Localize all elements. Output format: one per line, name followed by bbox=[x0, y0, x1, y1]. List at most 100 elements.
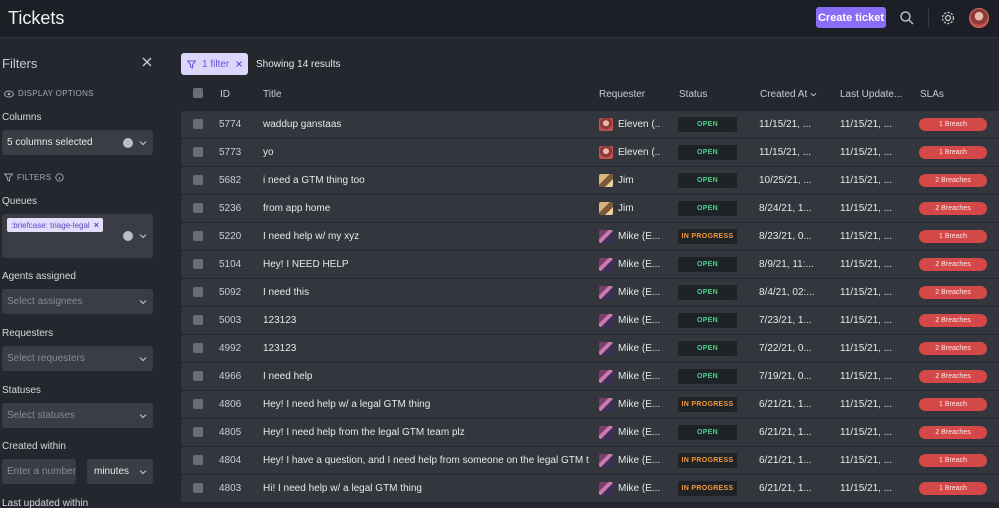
ticket-requester[interactable]: Mike (E... bbox=[618, 315, 660, 326]
table-row[interactable]: 4806 Hey! I need help w/ a legal GTM thin… bbox=[181, 391, 999, 418]
ticket-id[interactable]: 4966 bbox=[219, 371, 255, 382]
select-all-checkbox[interactable] bbox=[193, 88, 203, 98]
ticket-title[interactable]: I need help w/ my xyz bbox=[263, 231, 589, 242]
created-within-unit: minutes bbox=[94, 466, 130, 477]
ticket-title[interactable]: 123123 bbox=[263, 343, 589, 354]
remove-tag-icon[interactable]: × bbox=[94, 220, 99, 230]
chevron-down-icon bbox=[139, 356, 147, 361]
filter-count-button[interactable]: 1 filter bbox=[181, 53, 248, 75]
info-icon[interactable] bbox=[55, 173, 65, 182]
close-icon[interactable] bbox=[235, 60, 243, 68]
ticket-id[interactable]: 4805 bbox=[219, 427, 255, 438]
statuses-select[interactable]: Select statuses bbox=[2, 403, 153, 428]
column-header-created[interactable]: Created At bbox=[760, 89, 817, 100]
ticket-requester[interactable]: Mike (E... bbox=[618, 259, 660, 270]
column-header-title[interactable]: Title bbox=[263, 89, 282, 100]
row-checkbox[interactable] bbox=[193, 175, 203, 185]
table-row[interactable]: 5774 waddup ganstaas Eleven (... OPEN 11/15/… bbox=[181, 111, 999, 138]
ticket-title[interactable]: i need a GTM thing too bbox=[263, 175, 589, 186]
ticket-title[interactable]: from app home bbox=[263, 203, 589, 214]
row-checkbox[interactable] bbox=[193, 483, 203, 493]
ticket-title[interactable]: yo bbox=[263, 147, 589, 158]
ticket-id[interactable]: 4806 bbox=[219, 399, 255, 410]
ticket-id[interactable]: 5220 bbox=[219, 231, 255, 242]
column-header-requester[interactable]: Requester bbox=[599, 89, 645, 100]
created-within-input[interactable]: Enter a number bbox=[2, 459, 76, 484]
ticket-title[interactable]: Hey! I need help w/ a legal GTM thing bbox=[263, 399, 589, 410]
table-row[interactable]: 5220 I need help w/ my xyz Mike (E... IN PR… bbox=[181, 223, 999, 250]
user-avatar[interactable] bbox=[969, 8, 989, 28]
search-icon[interactable] bbox=[899, 10, 915, 26]
row-checkbox[interactable] bbox=[193, 259, 203, 269]
ticket-requester[interactable]: Mike (E... bbox=[618, 427, 660, 438]
queues-select[interactable]: :briefcase: triage-legal × bbox=[2, 214, 153, 258]
requesters-select[interactable]: Select requesters bbox=[2, 346, 153, 371]
table-row[interactable]: 4803 Hi! I need help w/ a legal GTM thing… bbox=[181, 475, 999, 502]
table-row[interactable]: 5773 yo Eleven (... OPEN 11/15/21, ... 11/15/… bbox=[181, 139, 999, 166]
ticket-id[interactable]: 5773 bbox=[219, 147, 255, 158]
close-icon[interactable] bbox=[141, 56, 153, 68]
table-row[interactable]: 5236 from app home Jim OPEN 8/24/21, 1... 11/… bbox=[181, 195, 999, 222]
ticket-title[interactable]: Hey! I NEED HELP bbox=[263, 259, 589, 270]
ticket-requester[interactable]: Mike (E... bbox=[618, 483, 660, 494]
table-row[interactable]: 4966 I need help Mike (E... OPEN 7/19/21, 0.… bbox=[181, 363, 999, 390]
ticket-id[interactable]: 5003 bbox=[219, 315, 255, 326]
column-header-last-updated[interactable]: Last Update... bbox=[840, 89, 902, 100]
ticket-requester[interactable]: Mike (E... bbox=[618, 287, 660, 298]
ticket-requester[interactable]: Mike (E... bbox=[618, 399, 660, 410]
ticket-id[interactable]: 5682 bbox=[219, 175, 255, 186]
table-row[interactable]: 4805 Hey! I need help from the legal GTM … bbox=[181, 419, 999, 446]
created-within-unit-select[interactable]: minutes bbox=[87, 459, 153, 484]
table-row[interactable]: 4992 123123 Mike (E... OPEN 7/22/21, 0... 11/… bbox=[181, 335, 999, 362]
row-checkbox[interactable] bbox=[193, 399, 203, 409]
column-header-status[interactable]: Status bbox=[679, 89, 707, 100]
gear-icon[interactable] bbox=[940, 10, 956, 26]
ticket-title[interactable]: 123123 bbox=[263, 315, 589, 326]
ticket-title[interactable]: Hey! I have a question, and I need help … bbox=[263, 455, 589, 466]
ticket-id[interactable]: 5104 bbox=[219, 259, 255, 270]
table-row[interactable]: 5104 Hey! I NEED HELP Mike (E... OPEN 8/9/21… bbox=[181, 251, 999, 278]
ticket-id[interactable]: 5092 bbox=[219, 287, 255, 298]
ticket-requester[interactable]: Eleven (... bbox=[618, 119, 660, 130]
ticket-id[interactable]: 5236 bbox=[219, 203, 255, 214]
ticket-requester[interactable]: Jim bbox=[618, 203, 660, 214]
create-ticket-button[interactable]: Create ticket bbox=[816, 7, 886, 28]
table-row[interactable]: 5092 I need this Mike (E... OPEN 8/4/21, 02:… bbox=[181, 279, 999, 306]
ticket-title[interactable]: I need this bbox=[263, 287, 589, 298]
status-badge: IN PROGRESS bbox=[678, 397, 737, 412]
row-checkbox[interactable] bbox=[193, 315, 203, 325]
agents-select[interactable]: Select assignees bbox=[2, 289, 153, 314]
row-checkbox[interactable] bbox=[193, 455, 203, 465]
ticket-title[interactable]: waddup ganstaas bbox=[263, 119, 589, 130]
table-row[interactable]: 4804 Hey! I have a question, and I need h… bbox=[181, 447, 999, 474]
row-checkbox[interactable] bbox=[193, 203, 203, 213]
row-checkbox[interactable] bbox=[193, 371, 203, 381]
ticket-requester[interactable]: Mike (E... bbox=[618, 455, 660, 466]
row-checkbox[interactable] bbox=[193, 343, 203, 353]
ticket-id[interactable]: 5774 bbox=[219, 119, 255, 130]
clear-icon[interactable] bbox=[123, 231, 133, 241]
column-header-id[interactable]: ID bbox=[220, 89, 230, 100]
row-checkbox[interactable] bbox=[193, 427, 203, 437]
ticket-requester[interactable]: Mike (E... bbox=[618, 231, 660, 242]
table-row[interactable]: 5682 i need a GTM thing too Jim OPEN 10/25/2… bbox=[181, 167, 999, 194]
column-header-slas[interactable]: SLAs bbox=[920, 89, 944, 100]
ticket-created-at: 6/21/21, 1... bbox=[759, 427, 812, 438]
ticket-id[interactable]: 4803 bbox=[219, 483, 255, 494]
ticket-title[interactable]: I need help bbox=[263, 371, 589, 382]
row-checkbox[interactable] bbox=[193, 147, 203, 157]
ticket-title[interactable]: Hi! I need help w/ a legal GTM thing bbox=[263, 483, 589, 494]
ticket-requester[interactable]: Eleven (... bbox=[618, 147, 660, 158]
ticket-id[interactable]: 4992 bbox=[219, 343, 255, 354]
row-checkbox[interactable] bbox=[193, 287, 203, 297]
clear-icon[interactable] bbox=[123, 137, 133, 148]
row-checkbox[interactable] bbox=[193, 231, 203, 241]
ticket-requester[interactable]: Mike (E... bbox=[618, 371, 660, 382]
table-row[interactable]: 5003 123123 Mike (E... OPEN 7/23/21, 1... 11/… bbox=[181, 307, 999, 334]
ticket-id[interactable]: 4804 bbox=[219, 455, 255, 466]
ticket-requester[interactable]: Jim bbox=[618, 175, 660, 186]
ticket-title[interactable]: Hey! I need help from the legal GTM team… bbox=[263, 427, 589, 438]
ticket-requester[interactable]: Mike (E... bbox=[618, 343, 660, 354]
row-checkbox[interactable] bbox=[193, 119, 203, 129]
columns-select[interactable]: 5 columns selected bbox=[2, 130, 153, 155]
